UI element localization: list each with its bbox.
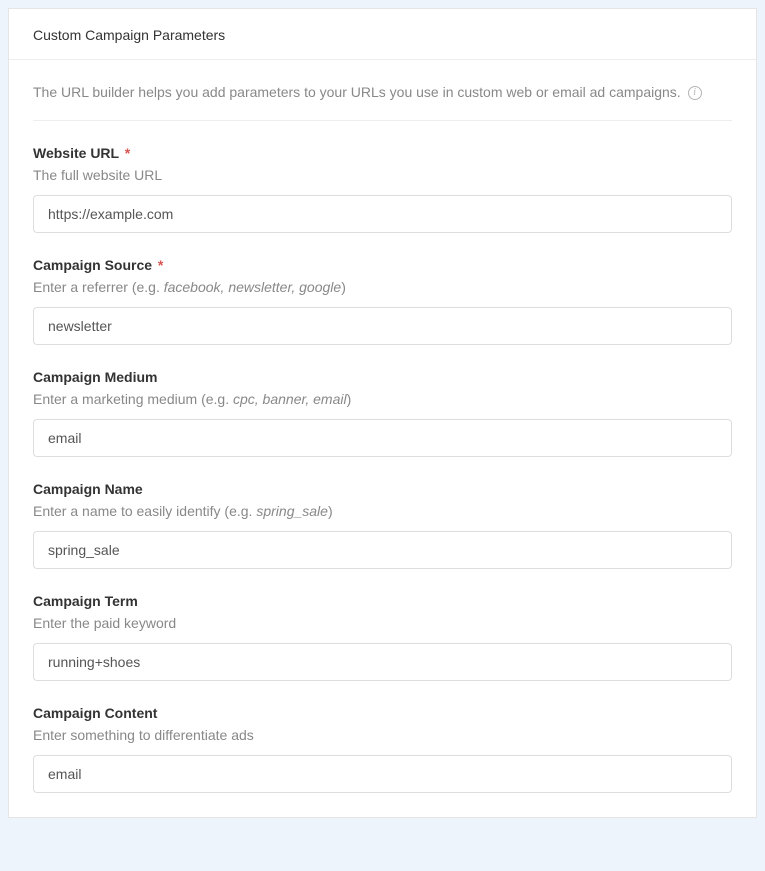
divider: [33, 120, 732, 121]
help-suffix: ): [341, 279, 346, 295]
campaign-term-help: Enter the paid keyword: [33, 615, 732, 631]
help-prefix: Enter a referrer (e.g.: [33, 279, 164, 295]
campaign-medium-help: Enter a marketing medium (e.g. cpc, bann…: [33, 391, 732, 407]
label-text: Campaign Source: [33, 257, 152, 273]
campaign-parameters-card: Custom Campaign Parameters The URL build…: [8, 8, 757, 818]
campaign-source-help: Enter a referrer (e.g. facebook, newslet…: [33, 279, 732, 295]
website-url-help: The full website URL: [33, 167, 732, 183]
card-body: The URL builder helps you add parameters…: [9, 60, 756, 817]
card-header: Custom Campaign Parameters: [9, 9, 756, 60]
campaign-term-group: Campaign Term Enter the paid keyword: [33, 593, 732, 681]
campaign-content-group: Campaign Content Enter something to diff…: [33, 705, 732, 793]
info-icon[interactable]: i: [688, 86, 702, 100]
campaign-name-input[interactable]: [33, 531, 732, 569]
campaign-source-group: Campaign Source * Enter a referrer (e.g.…: [33, 257, 732, 345]
required-marker: *: [158, 257, 163, 273]
help-italic: facebook, newsletter, google: [164, 279, 341, 295]
campaign-name-group: Campaign Name Enter a name to easily ide…: [33, 481, 732, 569]
label-text: Website URL: [33, 145, 119, 161]
help-suffix: ): [328, 503, 333, 519]
website-url-group: Website URL * The full website URL: [33, 145, 732, 233]
campaign-content-label: Campaign Content: [33, 705, 732, 721]
campaign-term-label: Campaign Term: [33, 593, 732, 609]
campaign-source-input[interactable]: [33, 307, 732, 345]
help-prefix: Enter a name to easily identify (e.g.: [33, 503, 256, 519]
campaign-medium-group: Campaign Medium Enter a marketing medium…: [33, 369, 732, 457]
campaign-medium-label: Campaign Medium: [33, 369, 732, 385]
campaign-source-label: Campaign Source *: [33, 257, 732, 273]
campaign-content-input[interactable]: [33, 755, 732, 793]
website-url-label: Website URL *: [33, 145, 732, 161]
campaign-medium-input[interactable]: [33, 419, 732, 457]
campaign-name-help: Enter a name to easily identify (e.g. sp…: [33, 503, 732, 519]
card-title: Custom Campaign Parameters: [33, 27, 225, 43]
intro-row: The URL builder helps you add parameters…: [33, 84, 732, 100]
help-italic: spring_sale: [256, 503, 328, 519]
help-suffix: ): [347, 391, 352, 407]
campaign-content-help: Enter something to differentiate ads: [33, 727, 732, 743]
help-italic: cpc, banner, email: [233, 391, 347, 407]
required-marker: *: [125, 145, 130, 161]
help-prefix: Enter a marketing medium (e.g.: [33, 391, 233, 407]
intro-text: The URL builder helps you add parameters…: [33, 84, 681, 100]
website-url-input[interactable]: [33, 195, 732, 233]
campaign-name-label: Campaign Name: [33, 481, 732, 497]
campaign-term-input[interactable]: [33, 643, 732, 681]
